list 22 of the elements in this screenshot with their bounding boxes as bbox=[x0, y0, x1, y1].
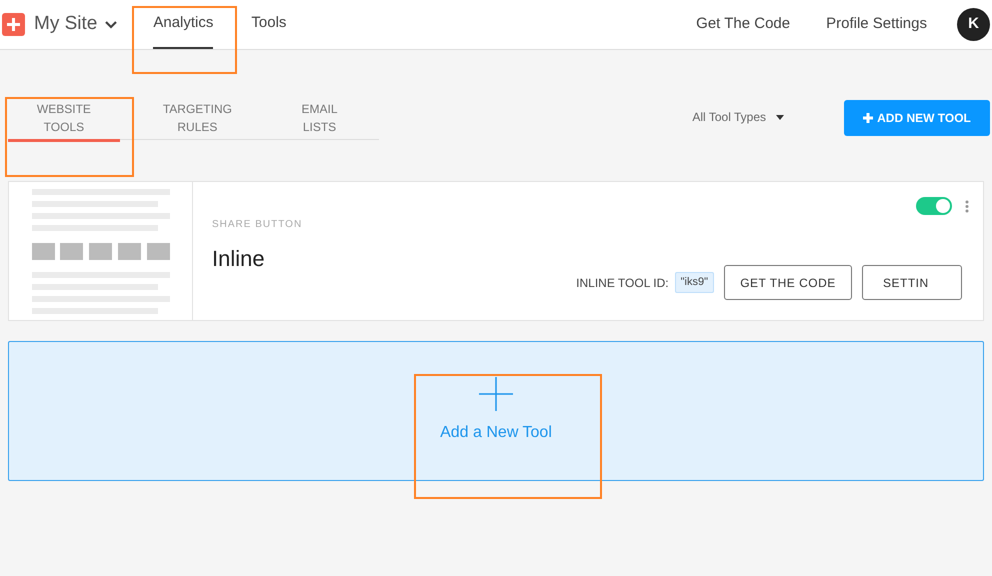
chevron-down-icon bbox=[105, 20, 118, 28]
section-tab[interactable]: TARGETING RULES bbox=[134, 100, 260, 142]
site-selector[interactable]: My Site bbox=[34, 10, 118, 39]
more-options-icon[interactable] bbox=[965, 200, 969, 213]
tool-id-chip: "iks9" bbox=[674, 272, 714, 293]
nav-tab[interactable]: Tools bbox=[251, 0, 286, 49]
card-action-button[interactable]: SETTIN bbox=[862, 265, 962, 300]
section-tab[interactable]: WEBSITE TOOLS bbox=[8, 100, 120, 142]
tool-category: SHARE BUTTON bbox=[212, 218, 304, 232]
toggle-switch[interactable] bbox=[916, 197, 952, 215]
tool-type-dropdown[interactable]: All Tool Types bbox=[692, 108, 784, 126]
plus-icon bbox=[863, 113, 874, 123]
tool-name: Inline bbox=[212, 245, 266, 273]
nav-tab[interactable]: Analytics bbox=[153, 0, 214, 49]
nav-link[interactable]: Profile Settings bbox=[826, 13, 927, 36]
nav-link[interactable]: Get The Code bbox=[696, 13, 790, 36]
card-action-button[interactable]: GET THE CODE bbox=[724, 265, 852, 300]
avatar[interactable]: K bbox=[957, 8, 990, 41]
caret-down-icon bbox=[776, 114, 784, 120]
section-tab[interactable]: EMAIL LISTS bbox=[275, 100, 364, 142]
plus-icon bbox=[479, 377, 513, 411]
tool-id-label: INLINE TOOL ID: bbox=[576, 274, 669, 292]
